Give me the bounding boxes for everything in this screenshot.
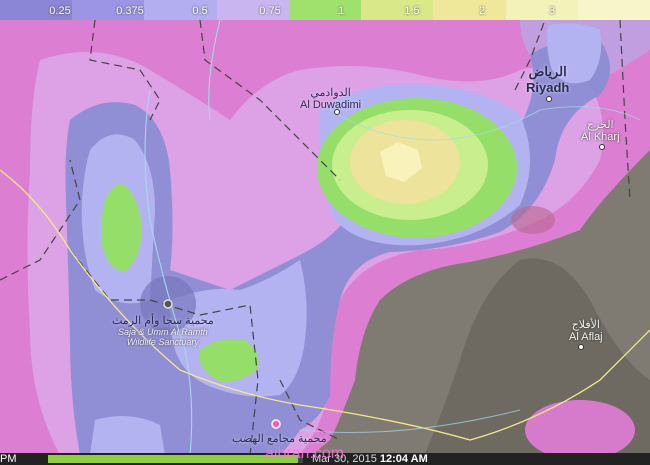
- city-label-arabic: الرياض: [528, 64, 567, 79]
- timeline-progress-fill: [48, 455, 298, 463]
- legend-segment: [288, 0, 362, 20]
- city-label-arabic: الخرج: [586, 119, 614, 131]
- city-dot-icon[interactable]: [334, 109, 340, 115]
- place-label-english: Saja & Umm Al Ramth: [118, 327, 208, 337]
- legend-segment: [577, 0, 650, 20]
- city-label-al-duwadimi[interactable]: الدوادمي Al Duwadimi: [300, 86, 361, 111]
- city-label-arabic: الدوادمي: [310, 87, 351, 99]
- city-label-english: Riyadh: [526, 80, 570, 95]
- city-label-al-kharj[interactable]: الخرج Al Kharj: [581, 118, 620, 143]
- place-label-saja-sanctuary[interactable]: محمية سجا وأم الرمث Saja & Umm Al Ramth …: [112, 314, 214, 347]
- watermark-text: aibrari.com: [265, 445, 345, 462]
- place-label-english-2: Wildlife Sanctuary: [126, 337, 199, 347]
- hadab-marker-icon[interactable]: [271, 419, 281, 429]
- city-dot-icon[interactable]: [546, 96, 552, 102]
- legend-tick-label: 3: [548, 5, 556, 17]
- legend-tick-label: 1.5: [404, 5, 420, 17]
- city-label-english: Al Duwadimi: [300, 99, 362, 111]
- legend-tick-label: 0.375: [116, 5, 144, 17]
- city-label-al-aflaj[interactable]: الأفلاج Al Aflaj: [569, 318, 603, 343]
- contour-pink-blob-se: [525, 400, 635, 460]
- city-label-english: Al Aflaj: [569, 331, 603, 343]
- legend-tick-label: 1: [337, 5, 345, 17]
- place-label-arabic: محمية سجا وأم الرمث: [112, 315, 214, 327]
- timeline-left-label: PM: [0, 453, 17, 465]
- legend-tick-label: 0.25: [49, 5, 71, 17]
- sanctuary-marker-icon[interactable]: [163, 299, 173, 309]
- city-dot-icon[interactable]: [599, 144, 605, 150]
- legend-tick-label: 0.5: [192, 5, 208, 17]
- place-label-arabic: محمية مجامع الهضب: [232, 433, 327, 445]
- city-dot-icon[interactable]: [578, 344, 584, 350]
- city-label-arabic: الأفلاج: [571, 319, 600, 331]
- legend-tick-label: 2: [478, 5, 486, 17]
- terrain-patch-riyadh: [511, 206, 555, 234]
- weather-map-app: 0.25 0.375 0.5 0.75 1 1.5 2 3 الدوادمي A…: [0, 0, 650, 465]
- legend-segment: [361, 0, 434, 20]
- timeline-time: 12:04 AM: [379, 453, 428, 465]
- place-label-hadab[interactable]: محمية مجامع الهضب: [232, 432, 327, 445]
- city-label-riyadh[interactable]: الرياض Riyadh: [526, 64, 569, 95]
- legend-segment: [505, 0, 578, 20]
- city-label-english: Al Kharj: [581, 131, 620, 143]
- legend-tick-label: 0.75: [259, 5, 281, 17]
- legend-segment: [433, 0, 506, 20]
